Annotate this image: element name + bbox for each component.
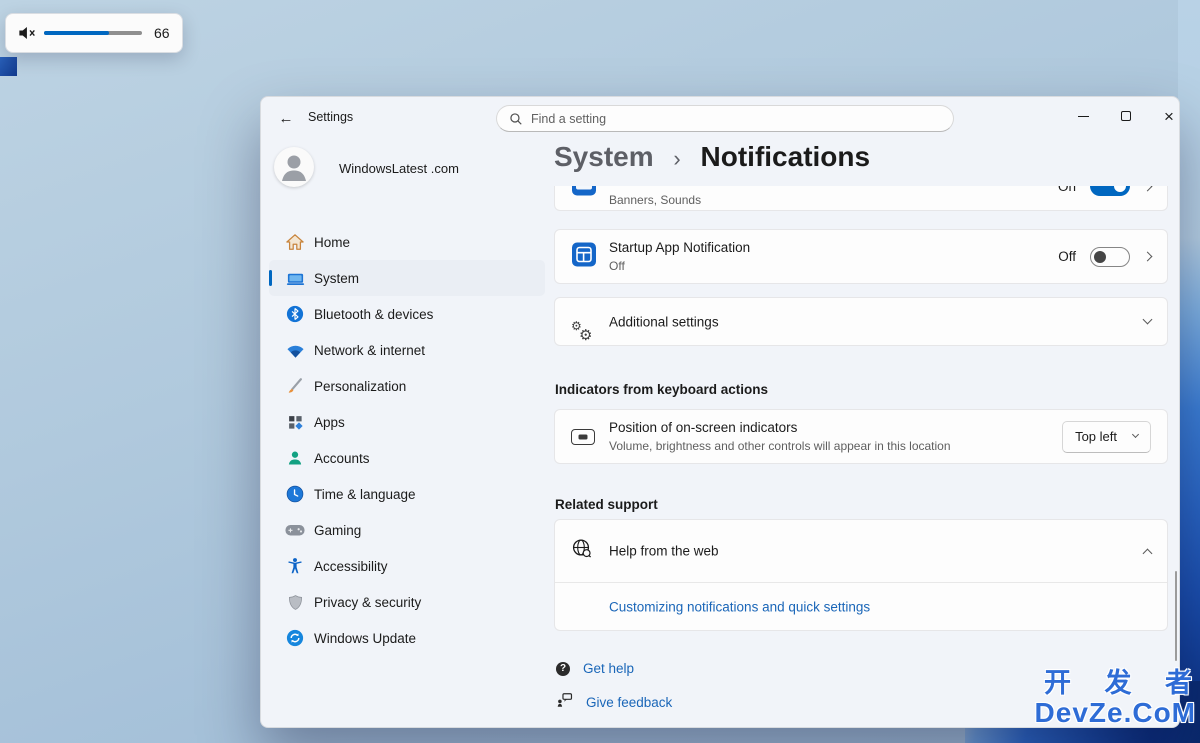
chevron-down-icon[interactable] — [1142, 314, 1153, 325]
settings-scroll-area: Banners, Sounds On Startup App Notificat… — [554, 185, 1168, 729]
notifications-toggle[interactable] — [1090, 186, 1130, 196]
customizing-notifications-link[interactable]: Customizing notifications and quick sett… — [609, 600, 870, 615]
volume-flyout: 66 — [5, 13, 183, 53]
sidebar-item-personalization[interactable]: Personalization — [269, 368, 545, 404]
shield-icon — [285, 592, 305, 612]
home-icon — [285, 232, 305, 252]
sidebar-item-label: Network & internet — [314, 342, 426, 358]
notifications-row[interactable]: Banners, Sounds On — [554, 186, 1168, 211]
sidebar-item-label: Personalization — [314, 378, 407, 394]
avatar[interactable] — [274, 147, 314, 187]
time-language-icon — [285, 484, 305, 504]
person-icon — [282, 155, 306, 181]
sidebar-item-gaming[interactable]: Gaming — [269, 512, 545, 548]
additional-settings-title: Additional settings — [609, 314, 719, 329]
notifications-row-clip: Banners, Sounds On — [554, 186, 1168, 211]
sidebar-item-windows-update[interactable]: Windows Update — [269, 620, 545, 656]
notifications-toggle-label: On — [1057, 186, 1076, 194]
related-support-header: Related support — [555, 497, 658, 512]
main-content: System › Notifications Banners, Sounds O… — [554, 97, 1168, 729]
notifications-subtitle: Banners, Sounds — [609, 193, 702, 207]
give-feedback-link[interactable]: Give feedback — [556, 691, 672, 713]
volume-slider[interactable] — [44, 31, 142, 35]
personalization-icon — [285, 376, 305, 396]
sidebar-item-label: Apps — [314, 414, 345, 430]
globe-search-icon — [571, 538, 593, 565]
accessibility-icon — [285, 556, 305, 576]
sidebar-item-label: System — [314, 270, 360, 286]
accounts-icon — [285, 448, 305, 468]
position-subtitle: Volume, brightness and other controls wi… — [609, 439, 951, 453]
startup-app-notification-row[interactable]: Startup App Notification Off Off — [554, 229, 1168, 284]
bluetooth-icon — [285, 304, 305, 324]
position-dropdown[interactable]: Top left — [1062, 420, 1151, 453]
sidebar-item-label: Accessibility — [314, 558, 388, 574]
windows-update-icon — [285, 628, 305, 648]
sidebar-item-accounts[interactable]: Accounts — [269, 440, 545, 476]
sidebar-item-time-language[interactable]: Time & language — [269, 476, 545, 512]
network-icon — [285, 340, 305, 360]
help-from-web-card: Help from the web Customizing notificati… — [554, 519, 1168, 631]
sidebar-item-apps[interactable]: Apps — [269, 404, 545, 440]
sidebar-item-bluetooth-devices[interactable]: Bluetooth & devices — [269, 296, 545, 332]
app-title: Settings — [308, 110, 354, 124]
additional-settings-row[interactable]: ⚙ ⚙ Additional settings — [554, 297, 1168, 346]
sidebar-item-label: Accounts — [314, 450, 370, 466]
sidebar-item-system[interactable]: System — [269, 260, 545, 296]
search-icon — [510, 112, 522, 125]
sidebar-item-label: Home — [314, 234, 351, 250]
vertical-scrollbar[interactable] — [1175, 571, 1177, 661]
chevron-right-icon[interactable] — [1142, 251, 1153, 262]
startup-toggle-label: Off — [1058, 249, 1076, 264]
position-indicators-row: Position of on-screen indicators Volume,… — [554, 409, 1168, 464]
settings-window: ← Settings × WindowsLatest .com — [260, 96, 1180, 728]
system-icon — [285, 268, 305, 288]
page-title: Notifications — [700, 141, 871, 172]
breadcrumb: System › Notifications — [554, 141, 870, 173]
chevron-down-icon — [1131, 430, 1140, 439]
volume-value: 66 — [154, 25, 170, 41]
sidebar-item-label: Privacy & security — [314, 594, 422, 610]
startup-toggle[interactable] — [1090, 246, 1130, 267]
on-screen-indicator-icon — [571, 428, 595, 445]
startup-title: Startup App Notification — [609, 240, 751, 255]
back-arrow-icon: ← — [278, 109, 294, 127]
sidebar-item-label: Bluetooth & devices — [314, 306, 434, 322]
breadcrumb-parent[interactable]: System — [554, 141, 654, 172]
startup-app-icon — [571, 241, 597, 272]
wallpaper-dark-notch — [0, 57, 17, 76]
help-from-web-title: Help from the web — [609, 543, 719, 559]
sidebar-item-label: Windows Update — [314, 630, 417, 646]
indicators-section-header: Indicators from keyboard actions — [555, 382, 769, 397]
give-feedback-icon — [556, 691, 573, 713]
get-help-icon: ? — [556, 661, 570, 676]
back-button[interactable]: ← — [275, 107, 297, 129]
breadcrumb-separator: › — [673, 146, 681, 171]
sidebar-item-label: Gaming — [314, 522, 362, 538]
chevron-right-icon[interactable] — [1142, 186, 1153, 191]
sidebar-item-network-internet[interactable]: Network & internet — [269, 332, 545, 368]
help-link-row: Customizing notifications and quick sett… — [555, 583, 1167, 631]
muted-speaker-icon[interactable] — [18, 25, 38, 41]
volume-slider-fill — [44, 31, 109, 35]
account-name[interactable]: WindowsLatest .com — [339, 161, 459, 176]
sidebar-item-privacy-security[interactable]: Privacy & security — [269, 584, 545, 620]
notifications-icon — [571, 186, 597, 202]
sidebar-item-home[interactable]: Home — [269, 224, 545, 260]
apps-icon — [285, 412, 305, 432]
chevron-up-icon[interactable] — [1142, 548, 1153, 558]
position-title: Position of on-screen indicators — [609, 420, 798, 435]
position-dropdown-value: Top left — [1075, 429, 1117, 444]
sidebar-item-label: Time & language — [314, 486, 416, 502]
gaming-icon — [285, 520, 305, 540]
startup-subtitle: Off — [609, 259, 625, 273]
get-help-link[interactable]: ? Get help — [556, 661, 634, 676]
sidebar-nav: Home System Bluetooth & devices Network … — [269, 224, 545, 656]
help-from-web-row[interactable]: Help from the web — [555, 520, 1167, 582]
sidebar-item-accessibility[interactable]: Accessibility — [269, 548, 545, 584]
